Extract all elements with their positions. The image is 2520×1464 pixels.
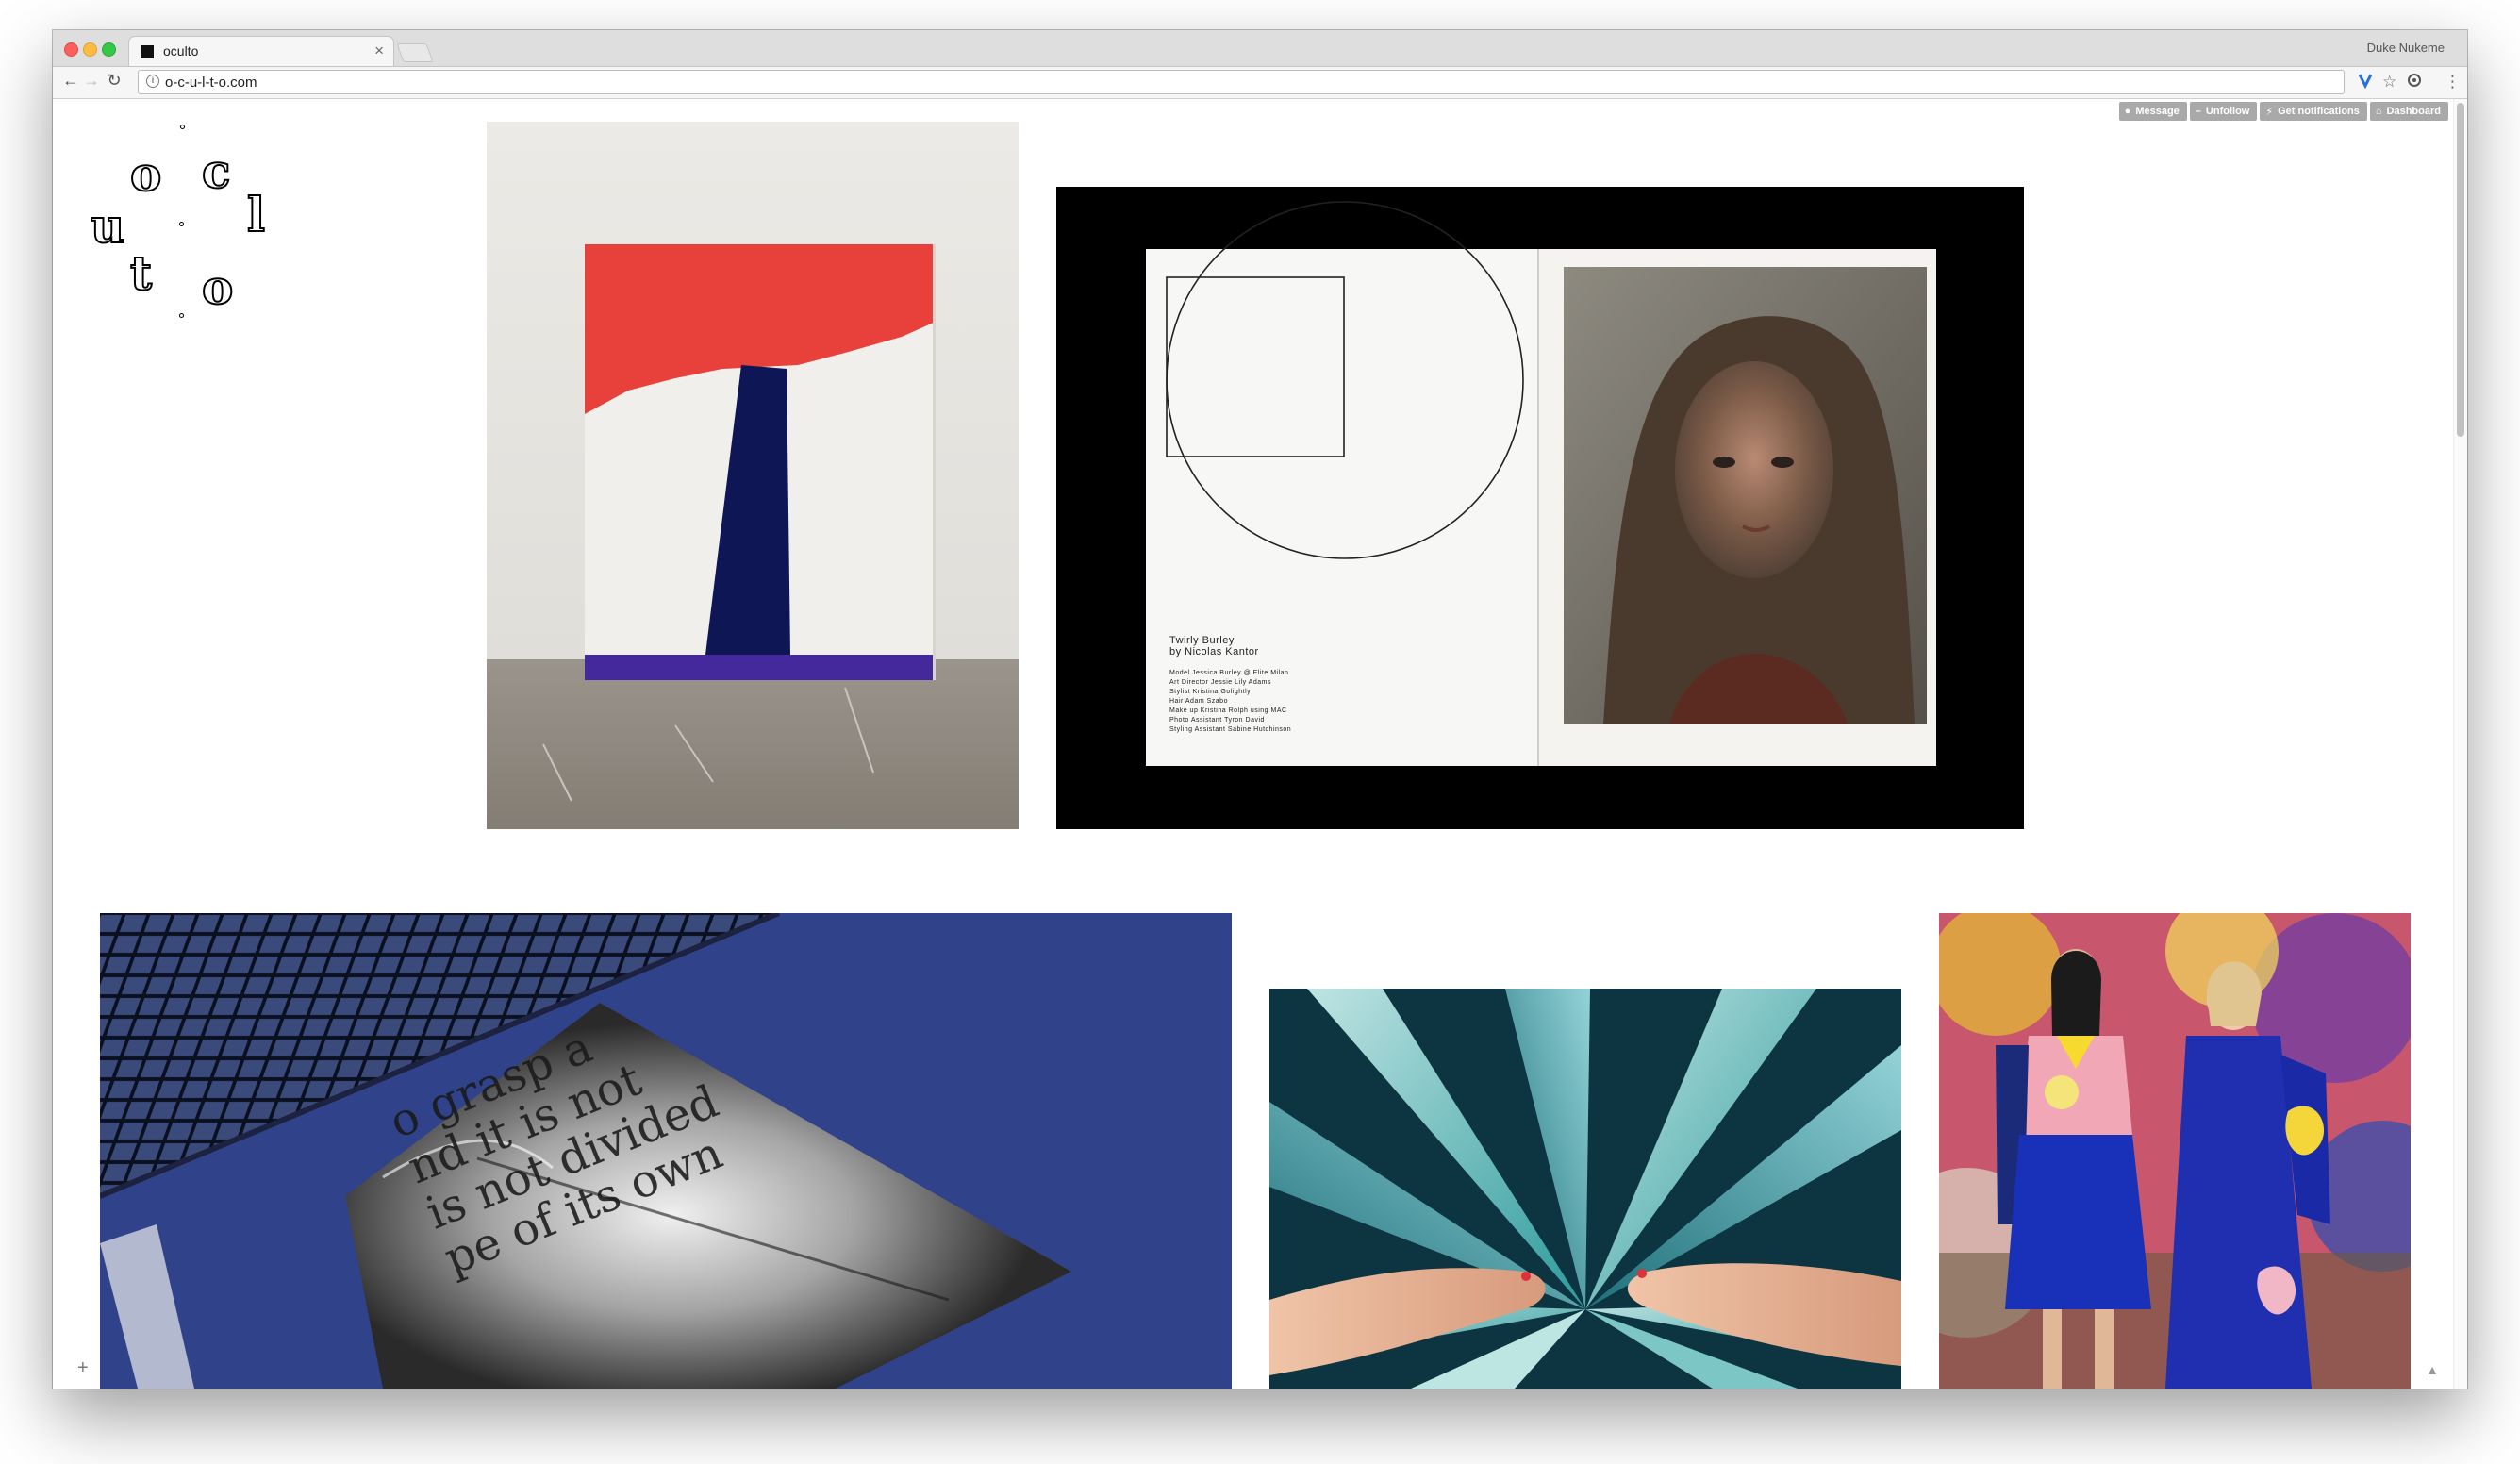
home-icon: ⌂ [2375,106,2382,117]
close-tab-icon[interactable]: × [374,42,384,60]
minimize-window-button[interactable] [83,42,97,57]
logo-dot [179,222,184,226]
post-painting-image[interactable] [487,122,1019,829]
magazine-credit-line: Styling Assistant Sabine Hutchinson [1169,726,1292,733]
message-icon: ● [2124,106,2131,117]
back-arrow-icon[interactable]: ← [60,71,81,91]
magazine-credit-line: Model Jessica Burley @ Elite Milan [1169,670,1289,676]
oculto-logo[interactable]: o c u l t o [90,118,279,335]
scrollbar-thumb[interactable] [2457,103,2464,437]
tab-title: oculto [163,43,199,58]
reload-icon[interactable]: ↻ [104,71,124,91]
page-content: o c u l t o Twirly Burley by Nicolas Kan… [53,99,2467,1389]
forward-arrow-icon[interactable]: → [81,71,102,91]
new-tab-button[interactable] [396,43,434,62]
logo-letter: o [129,146,162,202]
post-fashion-models-image[interactable] [1939,913,2411,1389]
notifications-label: Get notifications [2278,106,2360,117]
unfollow-label: Unfollow [2205,106,2250,117]
unfollow-button[interactable]: – Unfollow [2189,102,2258,121]
post-magazine-image[interactable]: Twirly Burley by Nicolas Kantor Model Je… [1056,187,2024,829]
logo-dot [180,125,185,129]
message-button[interactable]: ● Message [2118,102,2187,121]
get-notifications-button[interactable]: ⚡ Get notifications [2260,102,2367,121]
magazine-credit-line: Photo Assistant Tyron David [1169,717,1265,724]
magazine-title-line-2: by Nicolas Kantor [1169,646,1259,657]
dashboard-label: Dashboard [2386,106,2441,117]
magazine-credits: Model Jessica Burley @ Elite Milan Art D… [1169,669,1291,735]
magazine-text: Twirly Burley by Nicolas Kantor Model Je… [1169,635,1291,735]
minus-icon: – [2195,106,2201,117]
bookmark-star-icon[interactable]: ☆ [2382,73,2396,92]
logo-letter: c [201,143,231,199]
extension-v-icon[interactable] [2358,72,2373,93]
lightning-icon: ⚡ [2265,106,2274,118]
logo-dot [179,313,184,318]
browser-window: oculto × Duke Nukeme ← → ↻ i o-c-u-l-t-o… [53,30,2467,1389]
tab-strip: oculto × Duke Nukeme [53,30,2467,67]
tumblr-controls: ● Message – Unfollow ⚡ Get notifications… [2118,102,2448,121]
maximize-window-button[interactable] [102,42,116,57]
scroll-to-top-icon[interactable]: ▲ [2426,1362,2439,1377]
magazine-credit-line: Stylist Kristina Golightly [1169,689,1252,695]
dashboard-button[interactable]: ⌂ Dashboard [2369,102,2448,121]
site-favicon-icon [141,45,154,58]
page-scrollbar[interactable] [2453,99,2467,1389]
logo-letter: u [90,198,125,254]
logo-letter: l [246,187,266,242]
message-label: Message [2135,106,2180,117]
browser-menu-icon[interactable]: ⋮ [2445,73,2461,92]
magazine-credit-line: Make up Kristina Rolph using MAC [1169,707,1287,714]
magazine-title-line-1: Twirly Burley [1169,635,1235,646]
profile-name[interactable]: Duke Nukeme [2367,41,2445,55]
close-window-button[interactable] [64,42,78,57]
site-info-icon[interactable]: i [146,75,159,88]
tab-oculto[interactable]: oculto × [128,36,394,66]
plus-icon[interactable]: + [77,1357,89,1379]
logo-letter: o [201,259,234,315]
logo-letter: t [129,245,153,301]
url-text[interactable]: o-c-u-l-t-o.com [165,75,257,91]
address-bar[interactable]: i o-c-u-l-t-o.com [138,70,2345,94]
post-print-on-table-image[interactable]: o grasp a nd it is not is not divided pe… [100,913,1232,1389]
browser-toolbar: ← → ↻ i o-c-u-l-t-o.com ☆ ⋮ [53,67,2467,99]
post-agave-hands-image[interactable] [1269,989,1901,1389]
magazine-credit-line: Hair Adam Szabo [1169,698,1228,705]
extension-shield-icon[interactable] [2407,72,2422,93]
magazine-credit-line: Art Director Jessie Lily Adams [1169,679,1271,686]
